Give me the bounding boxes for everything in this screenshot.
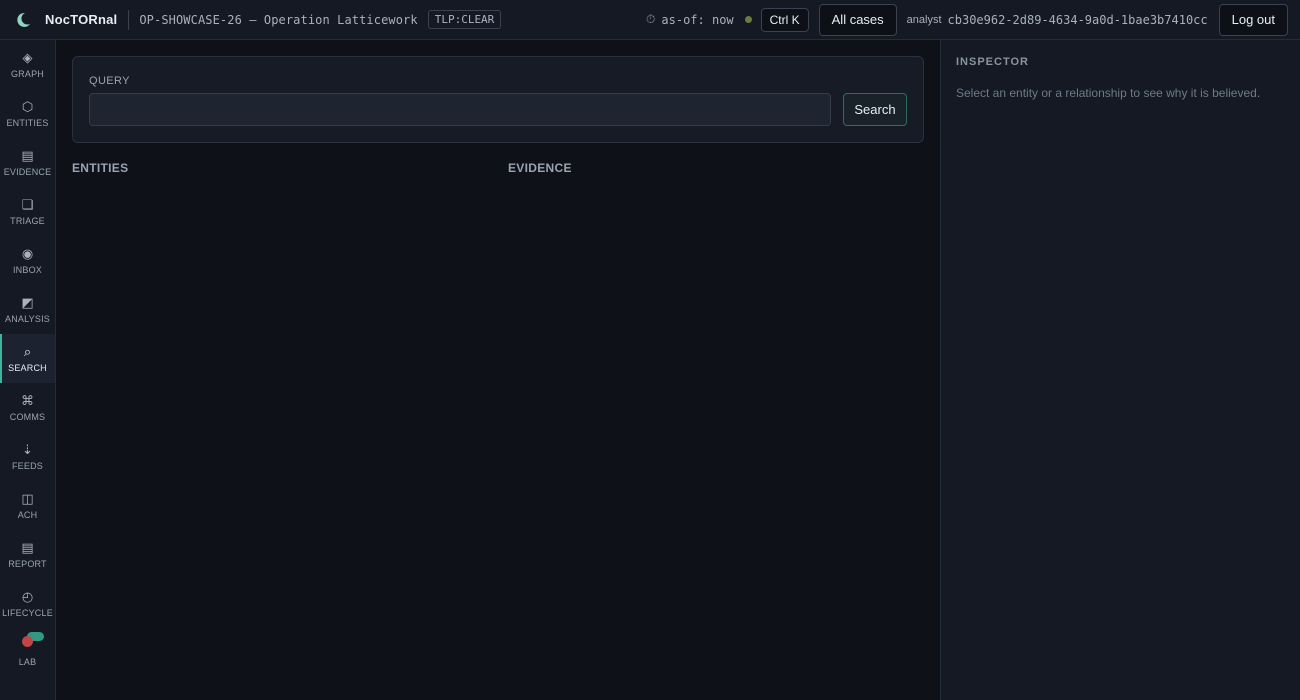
left-nav: ◈ GRAPH ⬡ ENTITIES ▤ EVIDENCE ❏ TRIAGE ◉… [0, 40, 56, 700]
nav-item-inbox[interactable]: ◉ INBOX [0, 236, 55, 285]
app-name: NocTORnal [45, 12, 118, 27]
nav-label: FEEDS [11, 461, 43, 471]
nav-label: COMMS [9, 412, 46, 422]
command-palette-button[interactable]: Ctrl K [760, 7, 809, 32]
nav-label: INBOX [12, 265, 42, 275]
user-id: cb30e962-2d89-4634-9a0d-1bae3b7410cc [947, 12, 1208, 27]
hexagon-icon: ⬡ [21, 99, 34, 114]
clock-icon: ⏱ [646, 12, 656, 26]
list-icon: ▤ [21, 148, 34, 163]
nav-label: GRAPH [10, 69, 44, 79]
flask-icon [22, 636, 33, 647]
nav-label: EVIDENCE [3, 167, 52, 177]
inspector-title: INSPECTOR [956, 56, 1029, 68]
main-content: QUERY Search ENTITIES EVIDENCE [56, 40, 940, 700]
top-bar: NocTORnal OP-SHOWCASE-26 — Operation Lat… [0, 0, 1300, 40]
download-arrow-icon: ⇣ [22, 442, 33, 457]
user-role: analyst [906, 13, 942, 26]
graph-icon: ◈ [22, 50, 33, 65]
nav-label: LIFECYCLE [2, 608, 53, 618]
nav-item-graph[interactable]: ◈ GRAPH [0, 40, 55, 89]
crescent-moon-icon [17, 12, 30, 27]
analysis-icon: ◩ [21, 295, 34, 310]
nav-item-triage[interactable]: ❏ TRIAGE [0, 187, 55, 236]
inspector-panel: INSPECTOR Select an entity or a relation… [940, 40, 1300, 700]
nav-item-report[interactable]: ▤ REPORT [0, 530, 55, 579]
inbox-icon: ◉ [21, 246, 34, 261]
nav-item-entities[interactable]: ⬡ ENTITIES [0, 89, 55, 138]
search-icon: ⌕ [23, 344, 32, 359]
header-divider [128, 9, 130, 30]
nav-item-comms[interactable]: ⌘ COMMS [0, 383, 55, 432]
nav-label: REPORT [8, 559, 47, 569]
query-panel: QUERY Search [72, 56, 924, 143]
evidence-heading: EVIDENCE [508, 161, 572, 175]
nav-label: TRIAGE [10, 216, 45, 226]
nav-label: ACH [17, 510, 38, 520]
query-label: QUERY [89, 75, 130, 87]
nav-item-lifecycle[interactable]: ◴ LIFECYCLE [0, 579, 55, 628]
triage-icon: ❏ [21, 197, 34, 212]
nav-item-search[interactable]: ⌕ SEARCH [0, 334, 55, 383]
logout-button[interactable]: Log out [1218, 3, 1288, 36]
inspector-hint: Select an entity or a relationship to se… [956, 86, 1261, 100]
case-title: OP-SHOWCASE-26 — Operation Latticework [139, 12, 418, 27]
nav-label: SEARCH [8, 363, 47, 373]
as-of-label: as-of: now [661, 12, 734, 27]
report-icon: ▤ [21, 540, 34, 555]
nav-item-lab[interactable]: LAB [0, 628, 55, 677]
entities-heading: ENTITIES [72, 161, 129, 175]
all-cases-button[interactable]: All cases [818, 3, 897, 36]
connection-status-dot [744, 16, 752, 23]
nav-item-feeds[interactable]: ⇣ FEEDS [0, 432, 55, 481]
nav-item-ach[interactable]: ◫ ACH [0, 481, 55, 530]
columns-icon: ◫ [21, 491, 34, 506]
nav-label: ANALYSIS [5, 314, 50, 324]
nav-label: LAB [18, 657, 37, 667]
search-button[interactable]: Search [843, 93, 907, 126]
tlp-badge: TLP:CLEAR [427, 10, 502, 29]
nav-item-analysis[interactable]: ◩ ANALYSIS [0, 285, 55, 334]
as-of-indicator[interactable]: ⏱ as-of: now [646, 12, 734, 27]
clock-icon: ◴ [21, 589, 34, 604]
command-icon: ⌘ [21, 393, 34, 408]
nav-item-evidence[interactable]: ▤ EVIDENCE [0, 138, 55, 187]
search-input[interactable] [89, 93, 831, 126]
app-logo[interactable]: NocTORnal [0, 0, 117, 40]
nav-label: ENTITIES [6, 118, 49, 128]
